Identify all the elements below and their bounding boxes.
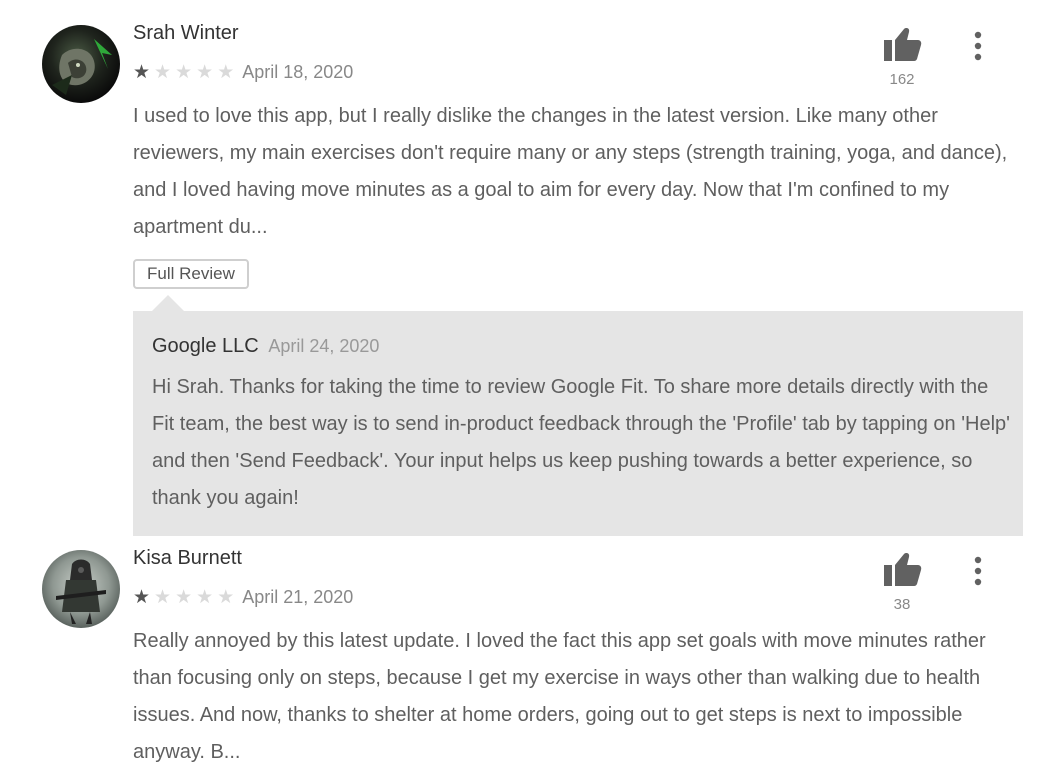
- avatar-image: [42, 550, 120, 628]
- rating-stars: ★ ★ ★ ★ ★ April 18, 2020: [133, 60, 353, 84]
- helpful-count: 38: [893, 596, 911, 613]
- review-text: Really annoyed by this latest update. I …: [133, 630, 986, 763]
- thumbs-up-icon: [884, 28, 922, 61]
- developer-reply: Google LLC April 24, 2020 Hi Srah. Thank…: [133, 311, 1023, 536]
- star-icon: ★: [175, 586, 193, 608]
- reply-pointer: [152, 295, 184, 311]
- full-review-button[interactable]: Full Review: [133, 259, 249, 289]
- review-author: Srah Winter: [133, 22, 239, 44]
- rating-stars: ★ ★ ★ ★ ★ April 21, 2020: [133, 585, 353, 609]
- reply-date: April 24, 2020: [268, 336, 380, 356]
- review-date: April 18, 2020: [242, 61, 354, 82]
- star-icon: ★: [196, 61, 214, 83]
- star-icon: ★: [217, 61, 235, 83]
- review-date: April 21, 2020: [242, 586, 354, 607]
- more-vert-icon: [974, 556, 982, 586]
- thumbs-up-icon: [884, 553, 922, 586]
- helpful-count: 162: [889, 71, 915, 88]
- review-text: I used to love this app, but I really di…: [133, 105, 1008, 238]
- reply-text: Hi Srah. Thanks for taking the time to r…: [152, 376, 1010, 509]
- star-icon: ★: [154, 586, 172, 608]
- avatar-image: [42, 25, 120, 103]
- more-options-button[interactable]: [964, 28, 992, 64]
- star-icon: ★: [196, 586, 214, 608]
- review-author: Kisa Burnett: [133, 547, 242, 569]
- more-options-button[interactable]: [964, 553, 992, 589]
- more-vert-icon: [974, 31, 982, 61]
- reply-author: Google LLC: [152, 335, 259, 357]
- star-icon: ★: [217, 586, 235, 608]
- star-icon: ★: [175, 61, 193, 83]
- avatar[interactable]: [42, 550, 120, 628]
- reply-header: Google LLC April 24, 2020: [152, 335, 379, 358]
- avatar[interactable]: [42, 25, 120, 103]
- helpful-button[interactable]: [882, 552, 922, 588]
- helpful-button[interactable]: [882, 27, 922, 63]
- star-icon: ★: [133, 586, 151, 608]
- star-icon: ★: [133, 61, 151, 83]
- star-icon: ★: [154, 61, 172, 83]
